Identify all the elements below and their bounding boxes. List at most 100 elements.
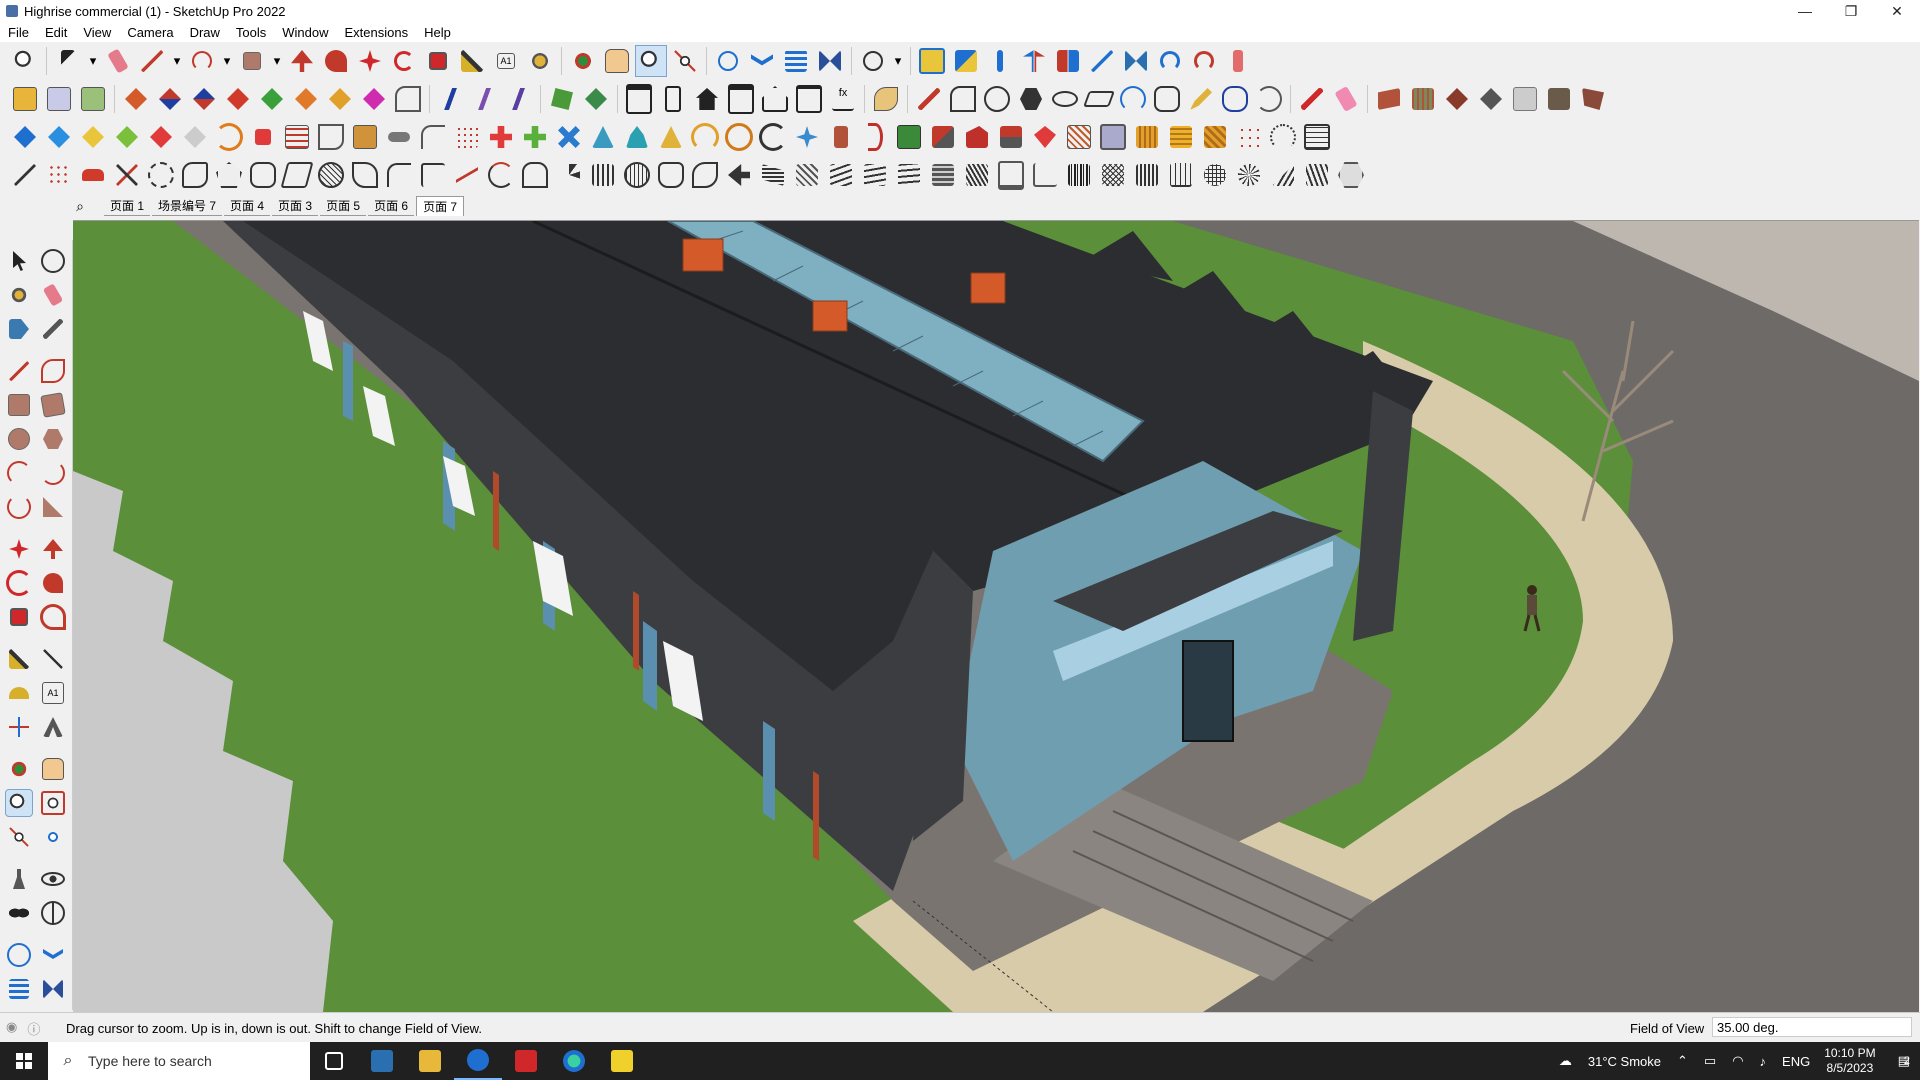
extrude-red-icon[interactable] [223,84,253,114]
clock[interactable]: 10:10 PM 8/5/2023 [1824,1046,1875,1076]
sphere-grid-icon[interactable] [1200,160,1230,190]
extrude-icon[interactable] [121,84,151,114]
cup-icon[interactable] [826,122,856,152]
extension-warehouse-icon[interactable] [40,942,66,968]
spiral-icon[interactable] [1254,84,1284,114]
push-pull-tool-icon[interactable] [287,46,317,76]
lines-icon[interactable] [282,122,312,152]
scene-tab-selected[interactable]: 页面 7 [416,196,465,216]
follow-me-tool-icon[interactable] [40,570,66,596]
mirror-icon[interactable] [1121,46,1151,76]
glove-icon[interactable] [656,160,686,190]
make-component-tool-icon[interactable] [40,248,66,274]
weather-icon[interactable]: ☁ [1559,1053,1572,1069]
scene-tab[interactable]: 页面 4 [224,196,271,216]
zoom-window-tool-icon[interactable] [40,790,66,816]
green-cross-icon[interactable] [520,122,550,152]
yellow-plane-icon[interactable] [78,122,108,152]
explode-icon[interactable] [1234,122,1264,152]
weather-text[interactable]: 31°C Smoke [1588,1054,1661,1069]
scale-tool-icon[interactable] [423,46,453,76]
eraser-tool-icon[interactable] [103,46,133,76]
restore-button[interactable]: ❐ [1828,0,1874,22]
circle-tool-icon[interactable] [6,426,32,452]
curve-circle-icon[interactable] [982,84,1012,114]
orange-grid-icon[interactable] [1132,122,1162,152]
wood-block-icon[interactable] [350,122,380,152]
solid-tool-icon[interactable] [1442,84,1472,114]
comb-icon[interactable] [1166,160,1196,190]
move-tool-icon[interactable] [6,536,32,562]
slash-blue-icon[interactable] [436,84,466,114]
select-tool-icon[interactable] [53,46,83,76]
red-cross-icon[interactable] [486,122,516,152]
component-box-icon[interactable] [10,84,40,114]
polygon-outline-icon[interactable] [214,160,244,190]
axes-icon[interactable] [1087,46,1117,76]
leaf-outline-icon[interactable] [690,160,720,190]
barcode-icon[interactable] [1064,160,1094,190]
menu-help[interactable]: Help [416,25,459,40]
arrow-left-icon[interactable] [724,160,754,190]
tree-lines-icon[interactable] [1302,160,1332,190]
protractor-tool-icon[interactable] [6,680,32,706]
menu-extensions[interactable]: Extensions [337,25,417,40]
red-pencil-icon[interactable] [1297,84,1327,114]
blue-plane-icon[interactable] [44,122,74,152]
terrain-tile-icon[interactable] [1544,84,1574,114]
curve-red-icon[interactable] [486,160,516,190]
slash-purple-icon[interactable] [470,84,500,114]
3d-text-tool-icon[interactable] [40,714,66,740]
pen-curve-icon[interactable] [1186,84,1216,114]
dark-loop-icon[interactable] [758,122,788,152]
shape-dropdown-icon[interactable]: ▾ [271,46,283,76]
extension-red-icon[interactable] [1223,46,1253,76]
eyedropper-tool-icon[interactable] [40,316,66,342]
geo-location-icon[interactable]: ◉ [6,1019,17,1038]
red-dots-icon[interactable] [44,160,74,190]
curve-tangent-icon[interactable] [350,160,380,190]
chevron-up-icon[interactable]: ⌃ [1677,1053,1688,1069]
fan-lines-icon[interactable] [894,160,924,190]
stairs-icon[interactable] [794,84,824,114]
text-tool-icon[interactable]: A1 [40,680,66,706]
connector-icon[interactable] [384,122,414,152]
menu-tools[interactable]: Tools [228,25,274,40]
flip-up-icon[interactable] [1019,46,1049,76]
group-red-icon[interactable] [962,122,992,152]
flip-down-icon[interactable] [1053,46,1083,76]
paint-bucket-tool-icon[interactable] [525,46,555,76]
orange-arc-icon[interactable] [214,122,244,152]
scale-tool-icon[interactable] [6,604,32,630]
calculator-icon[interactable] [358,1042,406,1080]
layers-icon[interactable] [6,976,32,1002]
parallelogram-icon[interactable] [1083,84,1115,114]
slash-violet-icon[interactable] [504,84,534,114]
scene-search-icon[interactable]: ⌕ [72,198,88,214]
arc-tool-icon[interactable] [187,46,217,76]
component-cube-icon[interactable] [78,84,108,114]
dome-icon[interactable] [1234,160,1264,190]
scene-tab[interactable]: 页面 3 [272,196,319,216]
section-fill-icon[interactable] [951,46,981,76]
cone-icon[interactable] [588,122,618,152]
scene-tab[interactable]: 页面 1 [104,196,151,216]
tape-measure-tool-icon[interactable] [6,646,32,672]
axes-tool-icon[interactable] [6,714,32,740]
zoom-tool-icon[interactable] [5,789,33,817]
section-plane-tool-icon[interactable] [40,900,66,926]
search-icon[interactable] [10,46,40,76]
yellow-grid-icon[interactable] [1166,122,1196,152]
orbit-tool-icon[interactable] [6,756,32,782]
building-icon[interactable] [624,84,654,114]
menu-camera[interactable]: Camera [119,25,181,40]
extrude-blue-icon[interactable] [155,84,185,114]
pink-eraser-icon[interactable] [1331,84,1361,114]
look-around-tool-icon[interactable] [40,866,66,892]
line-dropdown-icon[interactable]: ▾ [171,46,183,76]
extrude-green-icon[interactable] [257,84,287,114]
house-icon[interactable] [692,84,722,114]
language-indicator[interactable]: ENG [1782,1054,1810,1069]
orbit-tool-icon[interactable] [568,46,598,76]
orange-tiles-icon[interactable] [1200,122,1230,152]
